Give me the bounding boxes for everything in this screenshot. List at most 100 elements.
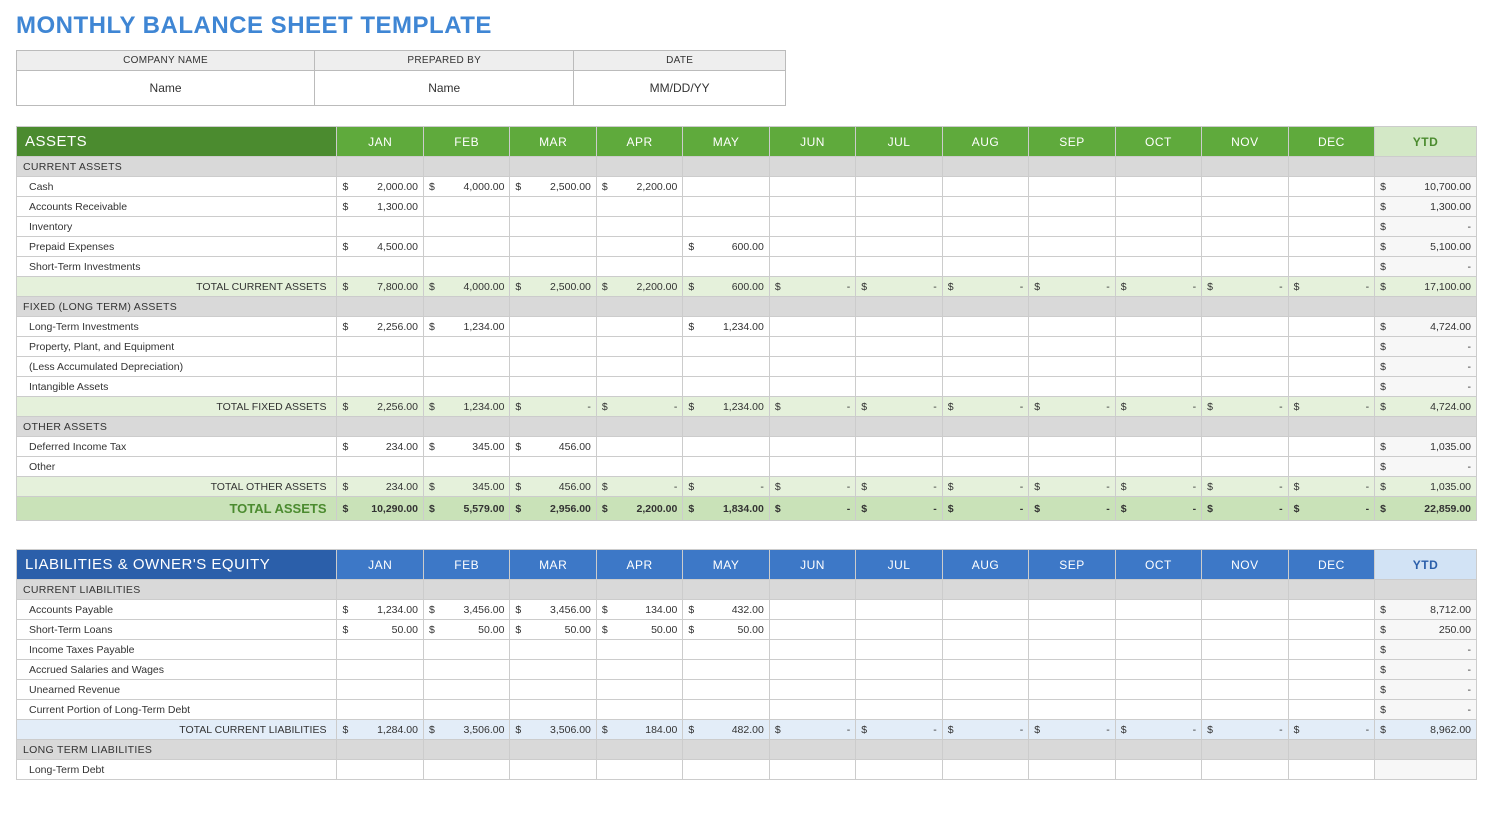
currency-cell[interactable] [683,700,769,720]
currency-cell[interactable] [423,357,509,377]
currency-cell[interactable] [942,660,1028,680]
currency-cell[interactable] [769,760,855,780]
currency-cell[interactable]: $- [510,397,596,417]
currency-cell[interactable]: $50.00 [683,620,769,640]
currency-cell[interactable] [1029,237,1115,257]
currency-cell[interactable] [683,177,769,197]
currency-cell[interactable]: $1,834.00 [683,497,769,521]
currency-cell[interactable] [510,457,596,477]
currency-cell[interactable] [1288,257,1374,277]
currency-cell[interactable] [942,217,1028,237]
currency-cell[interactable]: $- [942,397,1028,417]
currency-cell[interactable]: $345.00 [423,477,509,497]
currency-cell[interactable] [1202,457,1288,477]
currency-cell[interactable] [769,437,855,457]
currency-cell[interactable] [1288,177,1374,197]
currency-cell[interactable] [769,620,855,640]
currency-cell[interactable] [1115,317,1201,337]
currency-cell[interactable] [1115,257,1201,277]
currency-cell[interactable] [856,257,942,277]
currency-cell[interactable]: $- [1029,477,1115,497]
currency-cell[interactable] [1202,680,1288,700]
currency-cell[interactable] [769,457,855,477]
currency-cell[interactable] [596,437,682,457]
currency-cell[interactable]: $456.00 [510,477,596,497]
currency-cell[interactable]: $- [1375,257,1477,277]
currency-cell[interactable] [337,217,423,237]
currency-cell[interactable] [1029,317,1115,337]
currency-cell[interactable] [510,680,596,700]
currency-cell[interactable] [423,257,509,277]
currency-cell[interactable] [510,700,596,720]
currency-cell[interactable] [1115,620,1201,640]
currency-cell[interactable] [942,177,1028,197]
currency-cell[interactable] [856,237,942,257]
currency-cell[interactable] [1115,357,1201,377]
currency-cell[interactable] [769,197,855,217]
currency-cell[interactable] [510,317,596,337]
currency-cell[interactable]: $50.00 [423,620,509,640]
currency-cell[interactable] [683,337,769,357]
currency-cell[interactable]: $- [856,497,942,521]
currency-cell[interactable] [423,700,509,720]
currency-cell[interactable]: $3,456.00 [510,600,596,620]
currency-cell[interactable] [683,357,769,377]
currency-cell[interactable] [1115,600,1201,620]
currency-cell[interactable]: $1,035.00 [1375,437,1477,457]
currency-cell[interactable] [1288,437,1374,457]
currency-cell[interactable]: $- [1029,720,1115,740]
currency-cell[interactable] [1029,660,1115,680]
currency-cell[interactable] [1202,317,1288,337]
currency-cell[interactable] [510,760,596,780]
currency-cell[interactable] [510,237,596,257]
currency-cell[interactable] [1202,660,1288,680]
currency-cell[interactable] [683,680,769,700]
currency-cell[interactable] [423,377,509,397]
currency-cell[interactable] [337,377,423,397]
currency-cell[interactable] [1029,337,1115,357]
currency-cell[interactable] [856,217,942,237]
currency-cell[interactable] [942,317,1028,337]
currency-cell[interactable] [423,337,509,357]
currency-cell[interactable] [769,217,855,237]
currency-cell[interactable]: $50.00 [510,620,596,640]
currency-cell[interactable] [683,217,769,237]
currency-cell[interactable] [1115,197,1201,217]
info-value[interactable]: Name [315,71,574,106]
currency-cell[interactable] [856,620,942,640]
currency-cell[interactable]: $184.00 [596,720,682,740]
currency-cell[interactable] [942,700,1028,720]
currency-cell[interactable] [596,377,682,397]
currency-cell[interactable]: $3,506.00 [423,720,509,740]
currency-cell[interactable] [596,217,682,237]
currency-cell[interactable] [510,197,596,217]
currency-cell[interactable] [856,760,942,780]
currency-cell[interactable] [1202,177,1288,197]
currency-cell[interactable]: $- [1202,277,1288,297]
currency-cell[interactable] [423,237,509,257]
currency-cell[interactable]: $- [596,397,682,417]
currency-cell[interactable]: $- [856,277,942,297]
currency-cell[interactable]: $- [1375,457,1477,477]
currency-cell[interactable] [337,760,423,780]
currency-cell[interactable]: $- [769,497,855,521]
currency-cell[interactable] [1029,700,1115,720]
currency-cell[interactable] [942,257,1028,277]
currency-cell[interactable]: $1,234.00 [683,317,769,337]
currency-cell[interactable]: $2,000.00 [337,177,423,197]
currency-cell[interactable] [942,640,1028,660]
currency-cell[interactable]: $- [1115,397,1201,417]
currency-cell[interactable]: $2,200.00 [596,497,682,521]
currency-cell[interactable] [683,437,769,457]
currency-cell[interactable]: $- [1288,397,1374,417]
currency-cell[interactable] [596,660,682,680]
currency-cell[interactable] [1029,680,1115,700]
currency-cell[interactable] [856,357,942,377]
currency-cell[interactable] [596,237,682,257]
currency-cell[interactable] [510,257,596,277]
currency-cell[interactable] [1288,600,1374,620]
currency-cell[interactable] [856,660,942,680]
currency-cell[interactable] [1115,177,1201,197]
currency-cell[interactable] [769,237,855,257]
currency-cell[interactable] [510,337,596,357]
